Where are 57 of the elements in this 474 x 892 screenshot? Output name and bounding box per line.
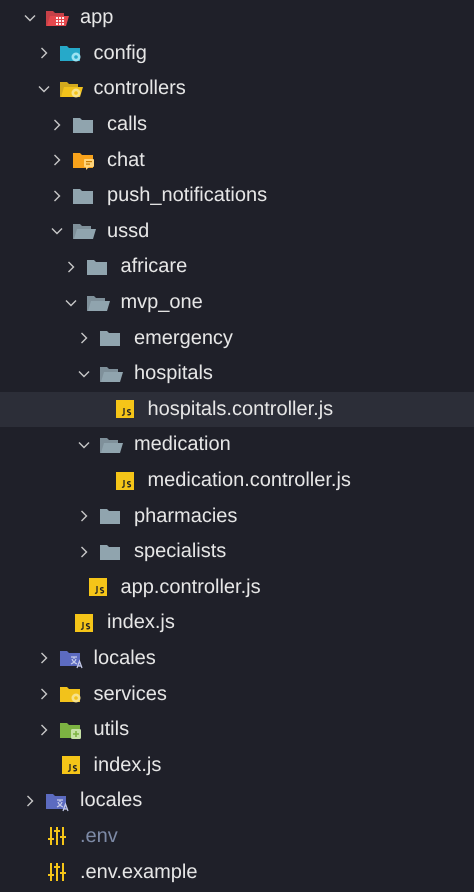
folder-name: ussd	[107, 220, 150, 243]
folder-name: emergency	[134, 326, 233, 350]
folder-row[interactable]: medication	[0, 427, 474, 463]
file-row[interactable]: .env	[0, 818, 474, 854]
file-row[interactable]: .env.example	[0, 854, 474, 890]
js-file-icon	[114, 470, 134, 491]
folder-row[interactable]: app	[0, 0, 474, 36]
folder-name: chat	[107, 148, 145, 172]
js-file-icon	[60, 755, 80, 776]
sliders-icon	[47, 861, 67, 884]
folder-row[interactable]: config	[0, 36, 474, 72]
folder-name: hospitals	[134, 362, 213, 386]
file-row[interactable]: medication.controller.js	[0, 462, 474, 498]
folder-row[interactable]: push_notifications	[0, 178, 474, 214]
file-name: .env.example	[80, 860, 198, 884]
js-file-icon	[88, 577, 108, 598]
folder-name: utils	[94, 718, 130, 742]
sliders-icon	[47, 825, 67, 848]
js-file-icon	[114, 399, 134, 420]
folder-name: config	[94, 42, 147, 65]
folder-row[interactable]: chat	[0, 142, 474, 178]
js-file-icon	[74, 612, 94, 633]
file-row[interactable]: index.js	[0, 605, 474, 641]
folder-name: controllers	[94, 77, 186, 100]
file-name: index.js	[94, 754, 162, 777]
folder-name: mvp_one	[120, 291, 203, 314]
folder-name: africare	[120, 255, 188, 278]
folder-row[interactable]: locales	[0, 640, 474, 676]
folder-name: specialists	[134, 540, 226, 564]
file-name: medication.controller.js	[148, 469, 351, 492]
folder-row[interactable]: pharmacies	[0, 498, 474, 534]
folder-row[interactable]: calls	[0, 106, 474, 142]
file-name: index.js	[107, 611, 175, 634]
file-row[interactable]: app.controller.js	[0, 570, 474, 606]
folder-row[interactable]: mvp_one	[0, 284, 474, 320]
folder-row[interactable]: services	[0, 676, 474, 712]
folder-row[interactable]: locales	[0, 783, 474, 819]
folder-row[interactable]: africare	[0, 249, 474, 285]
folder-name: push_notifications	[107, 184, 268, 208]
folder-row[interactable]: specialists	[0, 534, 474, 570]
folder-name: locales	[94, 646, 156, 670]
file-row[interactable]: hospitals.controller.js	[0, 392, 474, 428]
folder-name: locales	[80, 789, 142, 812]
file-row[interactable]: index.js	[0, 747, 474, 784]
folder-row[interactable]: utils	[0, 712, 474, 748]
folder-name: pharmacies	[134, 504, 238, 528]
file-name: .env	[80, 824, 118, 848]
folder-row[interactable]: hospitals	[0, 356, 474, 392]
folder-row[interactable]: ussd	[0, 214, 474, 250]
file-name: app.controller.js	[120, 576, 261, 599]
folder-name: calls	[107, 113, 148, 136]
folder-row[interactable]: emergency	[0, 320, 474, 356]
file-name: hospitals.controller.js	[148, 398, 334, 421]
folder-name: services	[94, 682, 167, 706]
folder-row[interactable]: controllers	[0, 71, 474, 107]
folder-name: medication	[134, 433, 231, 456]
folder-name: app	[80, 6, 114, 30]
